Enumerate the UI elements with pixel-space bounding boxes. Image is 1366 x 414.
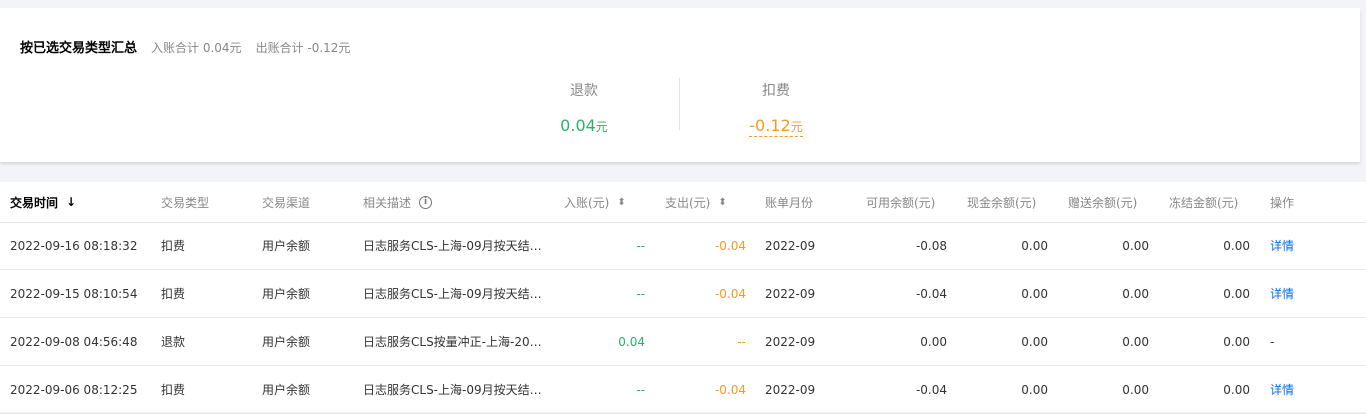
- transactions-table: 交易时间 ↓ 交易类型 交易渠道 相关描述 i 入账(元) ⬍ 支出(元) ⬍ 账单月份…: [0, 182, 1366, 414]
- col-expense-label: 支出(元): [665, 195, 711, 210]
- cell-type: 扣费: [161, 383, 186, 397]
- details-link[interactable]: 详情: [1270, 270, 1330, 317]
- cell-available: -0.04: [915, 382, 947, 397]
- cell-cash: 0.00: [1021, 286, 1048, 301]
- fee-amount: -0.12: [749, 116, 791, 135]
- sort-icon[interactable]: ⬍: [617, 197, 625, 208]
- cell-gift: 0.00: [1122, 238, 1149, 253]
- cell-expense: --: [737, 334, 746, 349]
- summary-title: 按已选交易类型汇总: [20, 41, 138, 56]
- fee-stat: 扣费 -0.12元: [676, 80, 876, 137]
- cell-time: 2022-09-15 08:10:54: [10, 286, 138, 301]
- cell-available: -0.04: [915, 286, 947, 301]
- cell-desc: 日志服务CLS-上海-09月按天结…: [363, 383, 542, 397]
- cell-gift: 0.00: [1122, 334, 1149, 349]
- cell-gift: 0.00: [1122, 286, 1149, 301]
- col-frozen: 冻结金额(元): [1169, 195, 1239, 210]
- col-gift: 赠送余额(元): [1068, 195, 1138, 210]
- cell-month: 2022-09: [765, 286, 816, 301]
- cell-income: 0.04: [618, 334, 645, 349]
- cell-expense: -0.04: [714, 238, 746, 253]
- cell-type: 退款: [161, 335, 186, 349]
- table-row: 2022-09-06 08:12:25 扣费 用户余额 日志服务CLS-上海-0…: [0, 366, 1366, 414]
- cell-expense: -0.04: [714, 286, 746, 301]
- cell-available: 0.00: [920, 334, 947, 349]
- cell-frozen: 0.00: [1223, 382, 1250, 397]
- cell-income: --: [636, 238, 645, 253]
- col-time-label: 交易时间: [10, 195, 59, 210]
- fee-unit: 元: [790, 120, 803, 134]
- cell-type: 扣费: [161, 287, 186, 301]
- cell-channel: 用户余额: [262, 239, 311, 253]
- col-action: 操作: [1270, 195, 1295, 210]
- col-month: 账单月份: [765, 195, 814, 210]
- sort-icon[interactable]: ⬍: [718, 197, 726, 208]
- summary-card: 按已选交易类型汇总 入账合计 0.04元 出账合计 -0.12元 退款 0.04…: [0, 8, 1360, 162]
- cell-desc: 日志服务CLS-上海-09月按天结…: [363, 239, 542, 253]
- details-link[interactable]: 详情: [1270, 222, 1330, 269]
- cell-month: 2022-09: [765, 238, 816, 253]
- action-none: -: [1270, 334, 1275, 349]
- cell-time: 2022-09-06 08:12:25: [10, 382, 138, 397]
- expense-total: 出账合计 -0.12元: [255, 41, 351, 55]
- cell-desc: 日志服务CLS按量冲正-上海-20…: [363, 335, 542, 349]
- cell-cash: 0.00: [1021, 238, 1048, 253]
- col-income[interactable]: 入账(元) ⬍: [564, 182, 654, 222]
- fee-label: 扣费: [762, 83, 790, 99]
- col-cash: 现金余额(元): [967, 195, 1037, 210]
- cell-frozen: 0.00: [1223, 334, 1250, 349]
- refund-stat: 退款 0.04元: [484, 80, 684, 135]
- cell-month: 2022-09: [765, 382, 816, 397]
- refund-amount: 0.04: [560, 116, 596, 135]
- cell-frozen: 0.00: [1223, 238, 1250, 253]
- col-desc: 相关描述 i: [363, 182, 543, 222]
- cell-channel: 用户余额: [262, 287, 311, 301]
- cell-income: --: [636, 382, 645, 397]
- table-row: 2022-09-08 04:56:48 退款 用户余额 日志服务CLS按量冲正-…: [0, 318, 1366, 366]
- fee-amount-wrap[interactable]: -0.12元: [749, 116, 803, 137]
- cell-gift: 0.00: [1122, 382, 1149, 397]
- col-income-label: 入账(元): [564, 195, 610, 210]
- info-icon[interactable]: i: [419, 195, 433, 209]
- cell-type: 扣费: [161, 239, 186, 253]
- cell-channel: 用户余额: [262, 383, 311, 397]
- cell-available: -0.08: [915, 238, 947, 253]
- summary-header: 按已选交易类型汇总 入账合计 0.04元 出账合计 -0.12元: [20, 37, 350, 56]
- table-header: 交易时间 ↓ 交易类型 交易渠道 相关描述 i 入账(元) ⬍ 支出(元) ⬍ 账单月份…: [0, 182, 1366, 223]
- col-expense[interactable]: 支出(元) ⬍: [665, 182, 755, 222]
- cell-desc: 日志服务CLS-上海-09月按天结…: [363, 287, 542, 301]
- refund-label: 退款: [570, 83, 598, 99]
- col-desc-label: 相关描述: [363, 195, 412, 210]
- table-row: 2022-09-15 08:10:54 扣费 用户余额 日志服务CLS-上海-0…: [0, 270, 1366, 318]
- cell-frozen: 0.00: [1223, 286, 1250, 301]
- cell-income: --: [636, 286, 645, 301]
- cell-cash: 0.00: [1021, 382, 1048, 397]
- col-time[interactable]: 交易时间 ↓: [10, 182, 150, 222]
- col-available: 可用余额(元): [866, 195, 936, 210]
- cell-time: 2022-09-08 04:56:48: [10, 334, 138, 349]
- col-channel: 交易渠道: [262, 195, 311, 210]
- details-link[interactable]: 详情: [1270, 366, 1330, 413]
- col-type: 交易类型: [161, 195, 210, 210]
- cell-expense: -0.04: [714, 382, 746, 397]
- cell-time: 2022-09-16 08:18:32: [10, 238, 138, 253]
- table-row: 2022-09-16 08:18:32 扣费 用户余额 日志服务CLS-上海-0…: [0, 222, 1366, 270]
- refund-value: 0.04元: [484, 116, 684, 135]
- cell-cash: 0.00: [1021, 334, 1048, 349]
- income-total: 入账合计 0.04元: [151, 41, 242, 55]
- cell-channel: 用户余额: [262, 335, 311, 349]
- sort-desc-icon[interactable]: ↓: [66, 195, 76, 209]
- refund-unit: 元: [595, 120, 608, 134]
- cell-month: 2022-09: [765, 334, 816, 349]
- fee-value[interactable]: -0.12元: [676, 116, 876, 137]
